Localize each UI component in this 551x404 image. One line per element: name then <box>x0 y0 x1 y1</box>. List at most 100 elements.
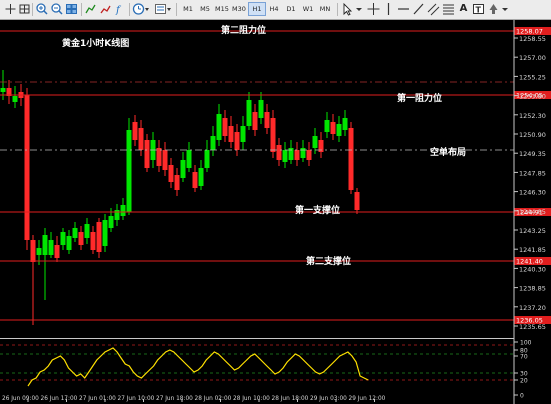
svg-text:T: T <box>476 6 482 15</box>
bearish-candle <box>138 128 144 150</box>
bearish-candle <box>228 126 234 142</box>
time-tick-label: 29 Jun 12:00 <box>349 396 386 402</box>
bullish-candle <box>180 160 186 178</box>
toolbar: f M1 M5 M15 M30 H1 H4 D1 W1 MN A T <box>0 0 551 20</box>
channel-icon[interactable] <box>427 2 440 16</box>
bullish-candle <box>240 126 246 142</box>
tile-windows-icon[interactable] <box>65 2 78 16</box>
bullish-candle <box>126 130 132 212</box>
text-label-icon[interactable]: T <box>472 2 485 16</box>
bearish-candle <box>330 122 336 134</box>
bullish-candle <box>66 236 72 250</box>
bearish-candle <box>306 150 312 160</box>
zoom-in-icon[interactable] <box>35 2 48 16</box>
bullish-candle <box>48 240 54 255</box>
bullish-candle <box>246 100 252 126</box>
bullish-candle <box>12 96 18 102</box>
time-tick-label: 29 Jun 03:00 <box>310 396 347 402</box>
time-tick-label: 27 Jun 18:00 <box>156 396 193 402</box>
price-tick-label: 1246.30 <box>519 189 546 197</box>
bearish-candle <box>192 172 198 188</box>
timeframe-w1[interactable]: W1 <box>300 3 316 15</box>
bullish-candle <box>0 88 6 92</box>
price-tick-label: 1247.85 <box>519 169 546 177</box>
bearish-candle <box>96 222 102 252</box>
bullish-candle <box>102 220 108 246</box>
timeframe-m1[interactable]: M1 <box>180 3 196 15</box>
bullish-candle <box>258 100 264 118</box>
price-tick-label: 1255.25 <box>519 73 546 81</box>
time-tick-label: 27 Jun 01:00 <box>79 396 116 402</box>
templates-icon[interactable] <box>154 2 171 16</box>
periodicity-clock-icon[interactable] <box>132 2 149 16</box>
annotation-second-support: 第二支撑位 <box>306 255 351 267</box>
horizontal-line-icon[interactable] <box>397 2 410 16</box>
price-chart[interactable]: 1258.071254.051244.911241.401236.05 1258… <box>0 20 551 404</box>
trendline-icon[interactable] <box>412 2 425 16</box>
indicator-tick-label: 0 <box>520 393 524 400</box>
annotation-first-resistance: 第一阻力位 <box>397 92 442 104</box>
autoscroll-icon[interactable] <box>99 2 112 16</box>
price-tick-label: 1238.85 <box>519 285 546 293</box>
price-tag-label-s2: 1241.40 <box>516 258 543 266</box>
text-tool-icon[interactable]: A <box>457 2 470 16</box>
timeframe-m15[interactable]: M15 <box>214 3 230 15</box>
price-tick-label: 1257.00 <box>519 54 546 62</box>
bearish-candle <box>276 145 282 160</box>
price-tick-label: 1252.30 <box>519 112 546 120</box>
cursor-arrow-icon[interactable] <box>341 2 354 16</box>
indicators-icon[interactable]: f <box>114 2 127 16</box>
arrows-icon[interactable] <box>487 2 500 16</box>
fibonacci-icon[interactable] <box>442 2 455 16</box>
time-axis: 26 Jun 09:00 26 Jun 17:00 27 Jun 01:00 27 J… <box>2 396 386 402</box>
timeframe-mn[interactable]: MN <box>317 3 333 15</box>
svg-text:f: f <box>115 5 122 16</box>
bullish-candle <box>336 124 342 136</box>
bullish-candle <box>120 205 126 216</box>
bearish-candle <box>222 118 228 136</box>
crosshair-tool-icon[interactable] <box>367 2 380 16</box>
time-tick-label: 26 Jun 09:00 <box>2 396 39 402</box>
price-tick-label: 1241.85 <box>519 246 546 254</box>
time-tick-label: 28 Jun 02:00 <box>195 396 232 402</box>
chart-shift-icon[interactable] <box>84 2 97 16</box>
price-tick-label: 1243.25 <box>519 227 546 235</box>
price-tick-label: 1258.55 <box>519 35 546 43</box>
timeframe-m30[interactable]: M30 <box>231 3 247 15</box>
zoom-out-icon[interactable] <box>50 2 63 16</box>
crosshair-icon[interactable] <box>4 2 17 16</box>
time-tick-label: 26 Jun 17:00 <box>41 396 78 402</box>
bearish-candle <box>234 132 240 150</box>
bearish-candle <box>132 122 138 140</box>
bearish-candle <box>24 95 30 240</box>
dropdown-arrow-icon[interactable] <box>501 2 509 16</box>
bullish-candle <box>312 136 318 148</box>
dropdown-arrow-icon[interactable] <box>355 2 363 16</box>
time-tick-label: 28 Jun 18:00 <box>272 396 309 402</box>
bearish-candle <box>174 175 180 190</box>
bearish-candle <box>162 150 168 170</box>
timeframe-h1[interactable]: H1 <box>248 2 266 16</box>
price-tick-label: 1249.35 <box>519 150 546 158</box>
bearish-candle <box>294 150 300 160</box>
bullish-candle <box>282 150 288 162</box>
bullish-candle <box>108 216 114 228</box>
timeframe-h4[interactable]: H4 <box>266 3 282 15</box>
bearish-candle <box>252 112 258 130</box>
vertical-line-icon[interactable] <box>382 2 395 16</box>
grid-icon[interactable] <box>18 2 31 16</box>
bearish-candle <box>78 232 84 245</box>
bearish-candle <box>270 118 276 152</box>
timeframe-d1[interactable]: D1 <box>283 3 299 15</box>
bullish-candle <box>84 224 90 238</box>
bearish-candle <box>348 128 354 190</box>
timeframe-m5[interactable]: M5 <box>197 3 213 15</box>
bullish-candle <box>324 120 330 132</box>
bullish-candle <box>210 136 216 150</box>
indicator-tick-label: 100 <box>520 340 532 347</box>
bearish-candle <box>144 140 150 168</box>
bullish-candle <box>204 150 210 168</box>
bullish-candle <box>186 150 192 168</box>
bearish-candle <box>156 148 162 166</box>
price-tick-label: 1240.30 <box>519 265 546 273</box>
